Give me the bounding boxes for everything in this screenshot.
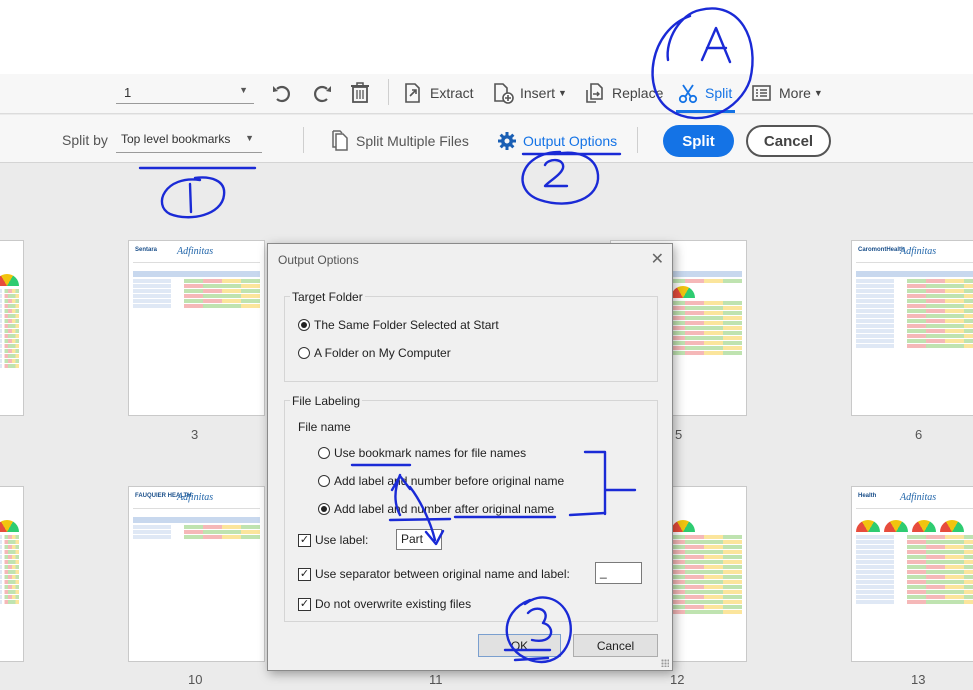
split-tool-button[interactable]: Split [677,80,732,106]
chevron-down-icon: ▼ [239,85,248,95]
target-folder-label: Target Folder [290,290,365,304]
toolbar-divider [388,79,389,105]
checkbox-label: Use label: [315,533,369,547]
split-multiple-files-label: Split Multiple Files [356,133,469,149]
radio-folder-on-computer[interactable]: A Folder on My Computer [298,346,451,360]
radio-label-after[interactable]: Add label and number after original name [318,502,554,516]
page-thumbnail[interactable]: Sentara Adfinitas [128,240,265,416]
radio-unselected-icon [298,347,310,359]
top-blank-area [0,0,973,74]
scissors-icon [678,84,698,104]
page-number: 5 [675,427,683,442]
split-by-label: Split by [62,132,108,148]
radio-label: Use bookmark names for file names [334,446,527,460]
annotation-mark-2 [543,158,569,188]
page-thumbnail[interactable]: CaromontHealth Adfinitas [851,240,973,416]
split-options-bar: Split by Top level bookmarks ▼ Split Mul… [0,115,973,163]
radio-selected-icon [298,319,310,331]
list-icon [752,85,771,101]
page-number: 11 [429,672,443,687]
page-thumbnail[interactable] [0,486,24,662]
checkmark-icon: ✓ [298,597,311,611]
split-multiple-files-button[interactable]: Split Multiple Files [330,129,469,153]
splitbar-divider [303,127,304,153]
page-number: 10 [188,672,203,687]
label-input[interactable]: Part [396,529,442,550]
extract-button[interactable]: Extract [402,80,474,106]
extract-icon [405,83,420,103]
resize-grip-icon[interactable] [661,659,669,667]
extract-label: Extract [430,85,474,101]
rotate-right-icon[interactable] [308,80,334,106]
more-label: More [779,85,811,101]
split-by-value: Top level bookmarks [121,132,231,146]
checkbox-label: Do not overwrite existing files [315,597,472,611]
separator-input[interactable]: _ [595,562,642,584]
replace-button[interactable]: Replace [584,80,663,106]
target-folder-group [284,296,658,382]
radio-unselected-icon [318,475,330,487]
annotation-mark-1 [188,182,193,214]
file-labeling-label: File Labeling [290,394,363,408]
checkmark-icon: ✓ [298,567,311,581]
file-name-label: File name [298,420,351,434]
replace-label: Replace [612,85,664,101]
delete-icon[interactable] [347,80,373,106]
radio-label: The Same Folder Selected at Start [314,318,499,332]
use-label-checkbox[interactable]: ✓ Use label: [298,533,368,547]
page-range-select[interactable]: 1 ▼ [116,82,254,104]
radio-label-before[interactable]: Add label and number before original nam… [318,474,564,488]
cancel-dialog-button[interactable]: Cancel [573,634,658,657]
checkmark-icon: ✓ [298,533,311,547]
insert-icon [494,83,514,104]
output-options-label: Output Options [523,133,618,149]
page-range-value: 1 [124,85,132,100]
rotate-left-icon[interactable] [270,80,296,106]
split-by-dropdown[interactable]: Top level bookmarks ▼ [116,129,262,153]
caret-down-icon: ▼ [558,88,567,98]
gear-icon [498,132,516,150]
page-thumbnail[interactable] [0,240,24,416]
radio-label: A Folder on My Computer [314,346,451,360]
ok-button[interactable]: OK [478,634,561,657]
replace-icon [586,83,603,103]
radio-unselected-icon [318,447,330,459]
radio-label: Add label and number before original nam… [334,474,565,488]
radio-label: Add label and number after original name [334,502,555,516]
output-options-button[interactable]: Output Options [497,129,617,153]
dialog-title: Output Options [278,253,359,267]
split-tool-label: Split [705,85,733,101]
active-tool-indicator [676,110,735,113]
output-options-dialog: Output Options ✕ Target Folder The Same … [267,243,673,671]
cancel-split-button[interactable]: Cancel [746,125,831,157]
chevron-down-icon: ▼ [245,133,254,143]
checkbox-label: Use separator between original name and … [315,567,570,581]
page-number: 3 [191,427,199,442]
radio-selected-icon [318,503,330,515]
caret-down-icon: ▼ [813,88,823,98]
page-number: 6 [915,427,923,442]
multiple-files-icon [332,130,348,151]
close-icon[interactable]: ✕ [651,249,664,269]
page-thumbnail[interactable]: FAUQUIER HEALTH Adfinitas [128,486,265,662]
insert-button[interactable]: Insert ▼ [492,80,567,106]
no-overwrite-checkbox[interactable]: ✓ Do not overwrite existing files [298,597,471,611]
annotation-circle-1 [160,176,226,219]
splitbar-divider [637,127,638,153]
organize-toolbar: 1 ▼ Extract Insert ▼ Replace Split More … [0,74,973,114]
radio-bookmark-names[interactable]: Use bookmark names for file names [318,446,526,460]
insert-label: Insert [520,85,556,101]
page-thumbnail[interactable]: Health Adfinitas [851,486,973,662]
split-button[interactable]: Split [663,125,734,157]
page-number: 13 [911,672,926,687]
page-number: 12 [670,672,685,687]
more-button[interactable]: More ▼ [751,80,823,106]
radio-same-folder[interactable]: The Same Folder Selected at Start [298,318,499,332]
use-separator-checkbox[interactable]: ✓ Use separator between original name an… [298,567,570,581]
